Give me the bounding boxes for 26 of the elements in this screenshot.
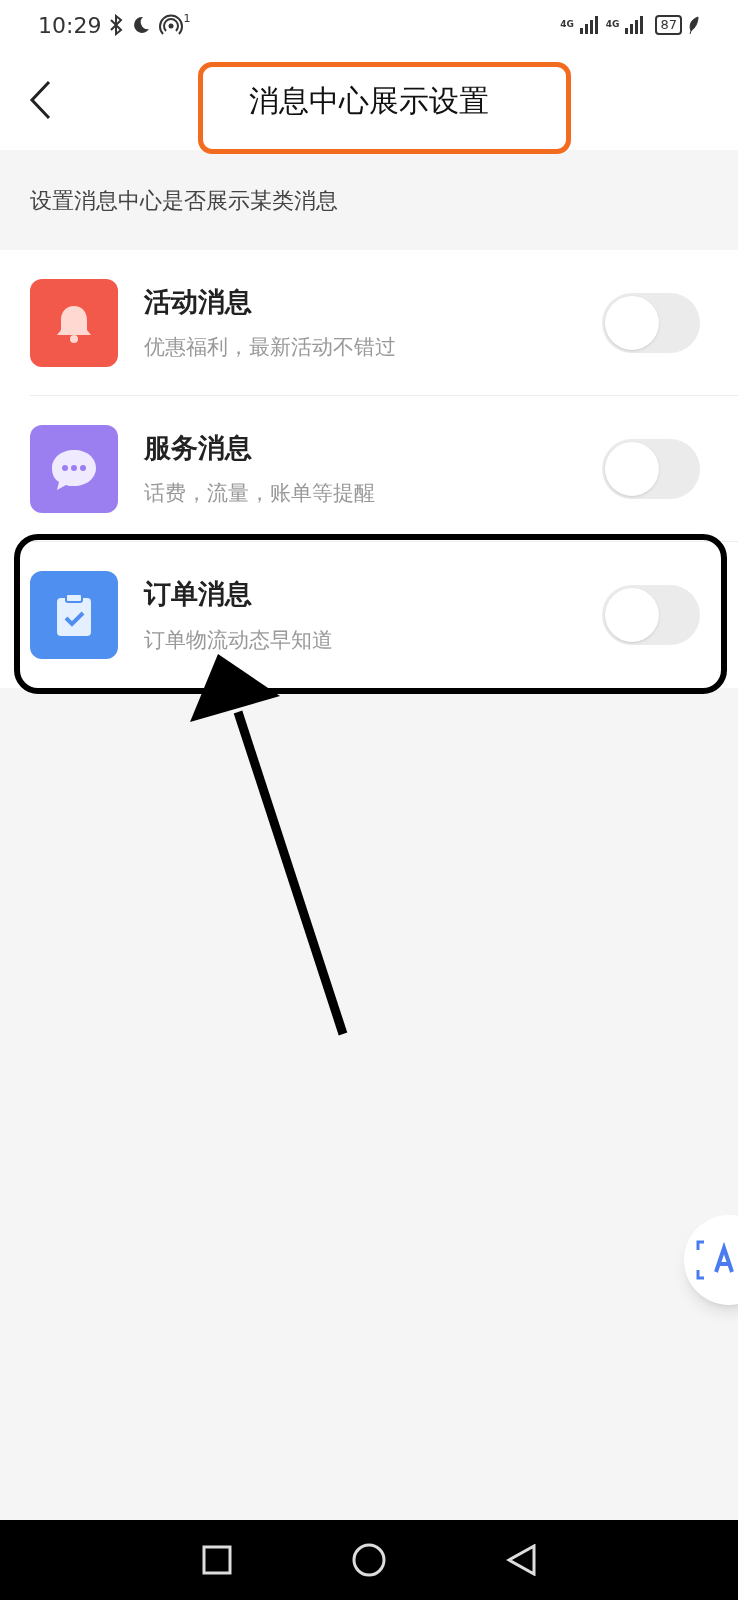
page-title: 消息中心展示设置 [249, 81, 489, 120]
chat-bubble-icon [30, 424, 118, 513]
recent-apps-icon[interactable] [202, 1545, 232, 1575]
setting-description: 订单物流动态早知道 [144, 626, 334, 654]
status-time: 10:29 [38, 11, 102, 40]
network-label: 4G [605, 18, 620, 32]
setting-title: 活动消息 [144, 284, 253, 319]
section-hint: 设置消息中心是否展示某类消息 [30, 186, 338, 215]
bluetooth-icon [109, 14, 124, 36]
hotspot-count: 1 [183, 10, 191, 27]
home-icon[interactable] [352, 1543, 386, 1577]
setting-title: 订单消息 [144, 577, 253, 611]
signal-icon [625, 16, 646, 34]
scan-icon [694, 1238, 734, 1282]
setting-description: 话费，流量，账单等提醒 [144, 480, 376, 507]
clipboard-check-icon [30, 571, 118, 659]
signal-icon [579, 16, 600, 34]
moon-icon [131, 15, 152, 35]
network-label: 4G [560, 18, 574, 32]
battery-level: 87 [655, 15, 682, 35]
setting-description: 优惠福利，最新活动不错过 [144, 334, 397, 361]
setting-title: 服务消息 [144, 430, 253, 465]
leaf-icon [688, 16, 700, 34]
hotspot-icon [159, 14, 184, 36]
back-icon[interactable] [506, 1544, 536, 1576]
bell-icon [30, 278, 118, 367]
